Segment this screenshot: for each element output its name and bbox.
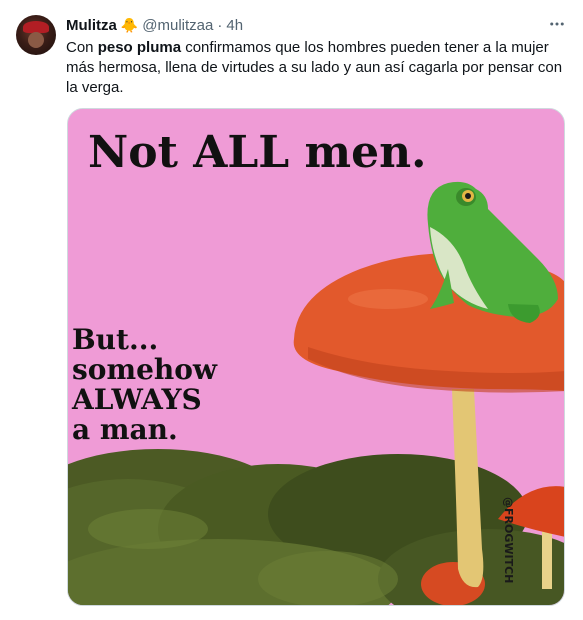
chick-emoji: 🐥 xyxy=(120,16,139,33)
tweet-text-bold: peso pluma xyxy=(97,39,182,56)
meme-subtext-line: somehow xyxy=(72,353,218,386)
avatar-face xyxy=(28,32,44,48)
meme-image: Not ALL men. But... somehow ALWAYS a man… xyxy=(68,109,564,605)
meme-subtext-line: ALWAYS xyxy=(71,383,202,416)
moss xyxy=(68,449,564,605)
meme-watermark: @FROGWITCH xyxy=(502,497,515,583)
avatar[interactable] xyxy=(16,15,56,55)
author-handle[interactable]: @mulitzaa xyxy=(142,17,213,34)
meme-subtext-line: a man. xyxy=(72,413,178,446)
meme-headline: Not ALL men. xyxy=(88,127,426,178)
meme-subtext-line: But... xyxy=(72,323,158,356)
tweet[interactable]: Mulitza 🐥 @mulitzaa · 4h Con peso pluma … xyxy=(0,0,583,620)
separator-dot: · xyxy=(217,16,223,34)
more-horizontal-icon[interactable] xyxy=(547,14,567,34)
tweet-timestamp[interactable]: 4h xyxy=(226,17,243,34)
tweet-image[interactable]: Not ALL men. But... somehow ALWAYS a man… xyxy=(67,108,565,606)
tweet-text: Con peso pluma confirmamos que los hombr… xyxy=(66,38,566,98)
tweet-text-part: Con xyxy=(66,39,98,56)
author-name[interactable]: Mulitza xyxy=(66,17,117,34)
tweet-header: Mulitza 🐥 @mulitzaa · 4h xyxy=(66,15,567,35)
